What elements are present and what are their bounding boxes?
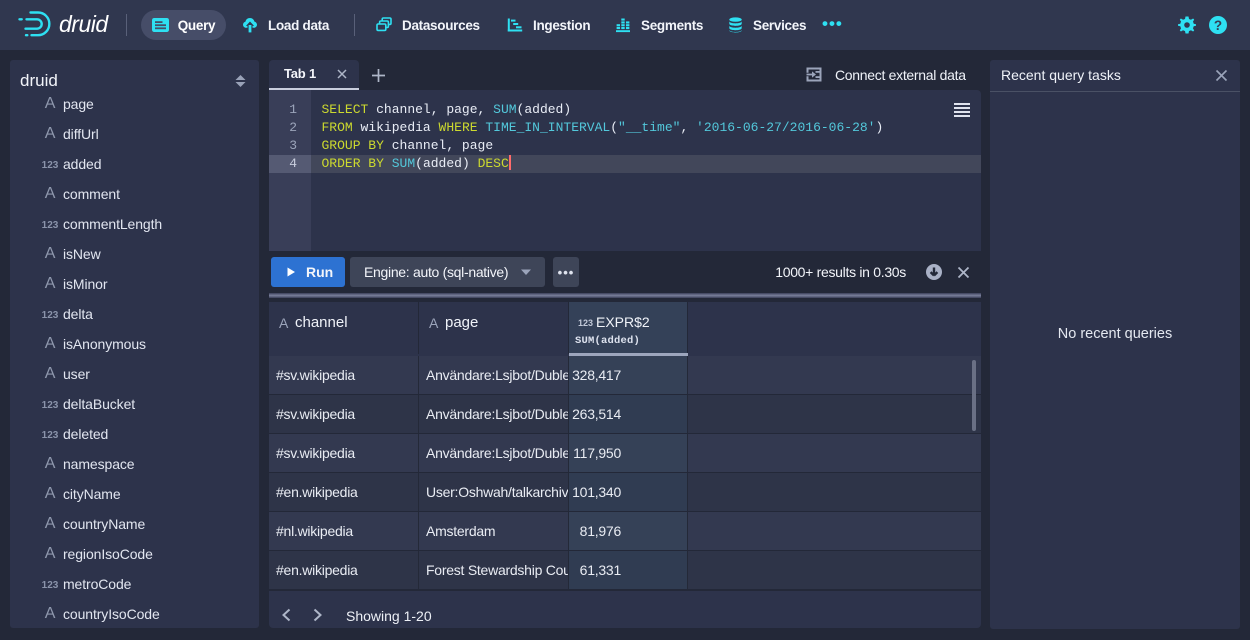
svg-text:?: ? — [1214, 18, 1222, 33]
